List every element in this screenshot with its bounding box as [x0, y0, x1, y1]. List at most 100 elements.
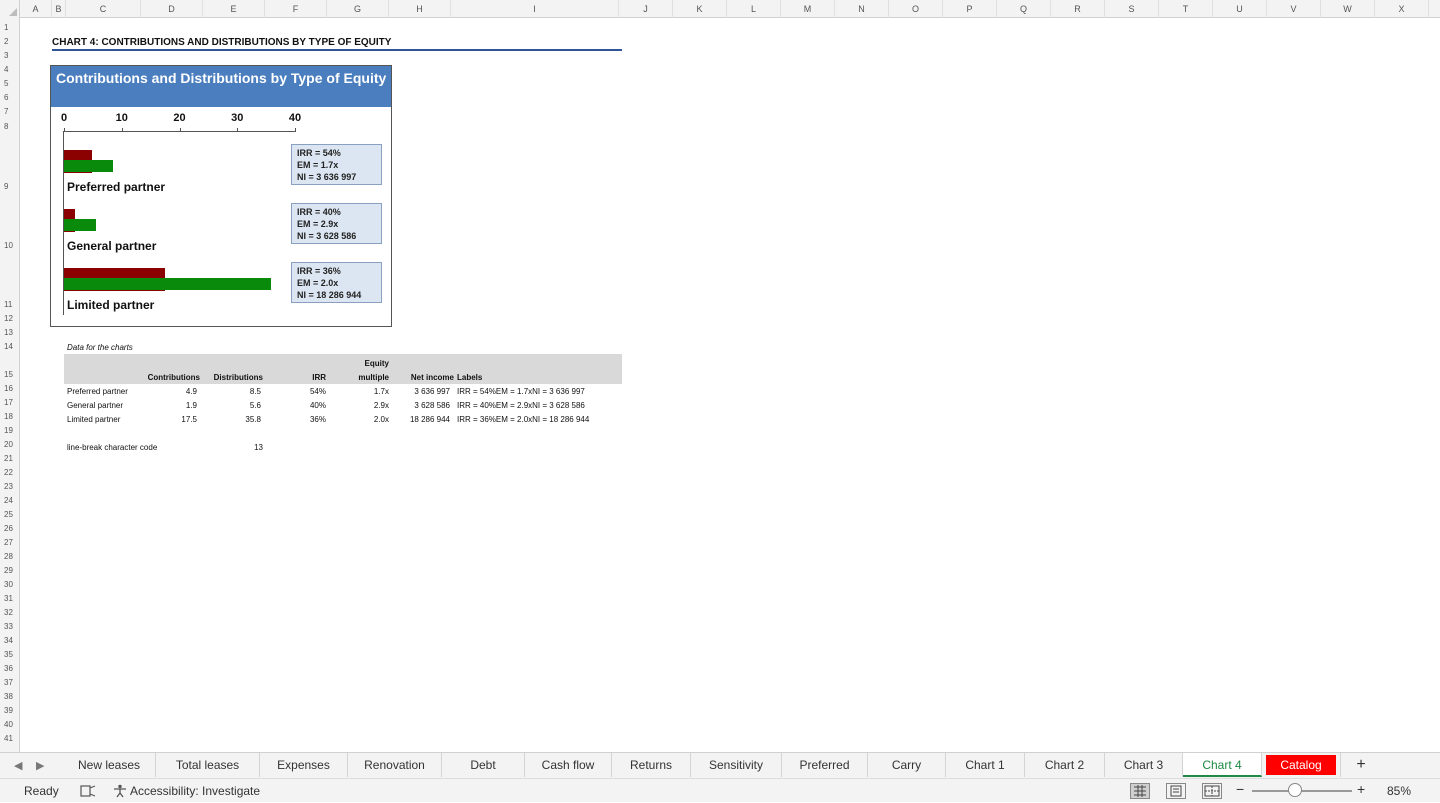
chevron-left-icon[interactable]: ◀: [14, 759, 22, 772]
row-header-14[interactable]: 14: [0, 342, 20, 351]
row-header-15[interactable]: 15: [0, 370, 20, 379]
sheet-tab-renovation[interactable]: Renovation: [348, 753, 442, 777]
table-cell-em[interactable]: 1.7x: [355, 387, 389, 396]
row-header-29[interactable]: 29: [0, 566, 20, 575]
row-header-12[interactable]: 12: [0, 314, 20, 323]
row-header-11[interactable]: 11: [0, 300, 20, 309]
row-header-28[interactable]: 28: [0, 552, 20, 561]
select-all-corner[interactable]: [0, 0, 20, 18]
table-cell-distributions[interactable]: 8.5: [225, 387, 261, 396]
table-cell-name[interactable]: General partner: [67, 401, 123, 410]
table-cell-contributions[interactable]: 4.9: [160, 387, 197, 396]
sheet-tab-debt[interactable]: Debt: [442, 753, 525, 777]
sheet-tab-sensitivity[interactable]: Sensitivity: [691, 753, 782, 777]
row-header-35[interactable]: 35: [0, 650, 20, 659]
column-header-p[interactable]: P: [943, 0, 997, 18]
normal-view-button[interactable]: [1130, 783, 1150, 799]
sheet-tab-cash-flow[interactable]: Cash flow: [525, 753, 612, 777]
table-cell-ni[interactable]: 18 286 944: [395, 415, 450, 424]
table-cell-label[interactable]: IRR = 36%EM = 2.0xNI = 18 286 944: [457, 415, 589, 424]
zoom-slider-thumb[interactable]: [1287, 783, 1302, 797]
row-header-22[interactable]: 22: [0, 468, 20, 477]
page-break-view-button[interactable]: [1202, 783, 1222, 799]
accessibility-status[interactable]: Accessibility: Investigate: [130, 784, 260, 798]
table-cell-label[interactable]: IRR = 54%EM = 1.7xNI = 3 636 997: [457, 387, 585, 396]
distribution-bar[interactable]: [64, 219, 97, 231]
row-header-34[interactable]: 34: [0, 636, 20, 645]
column-header-b[interactable]: B: [52, 0, 66, 18]
column-header-v[interactable]: V: [1267, 0, 1321, 18]
sheet-tab-carry[interactable]: Carry: [868, 753, 946, 777]
row-header-31[interactable]: 31: [0, 594, 20, 603]
accessibility-icon[interactable]: [112, 784, 128, 801]
column-header-m[interactable]: M: [781, 0, 835, 18]
row-header-25[interactable]: 25: [0, 510, 20, 519]
column-header-t[interactable]: T: [1159, 0, 1213, 18]
table-cell-name[interactable]: Preferred partner: [67, 387, 128, 396]
distribution-bar[interactable]: [64, 278, 271, 290]
column-header-s[interactable]: S: [1105, 0, 1159, 18]
row-header-17[interactable]: 17: [0, 398, 20, 407]
row-header-36[interactable]: 36: [0, 664, 20, 673]
table-cell-irr[interactable]: 54%: [295, 387, 326, 396]
sheet-tab-new-leases[interactable]: New leases: [63, 753, 156, 777]
column-header-f[interactable]: F: [265, 0, 327, 18]
chart-object[interactable]: Contributions and Distributions by Type …: [50, 65, 392, 327]
column-header-q[interactable]: Q: [997, 0, 1051, 18]
sheet-tab-chart-1[interactable]: Chart 1: [946, 753, 1025, 777]
row-header-2[interactable]: 2: [0, 37, 20, 46]
column-header-o[interactable]: O: [889, 0, 943, 18]
row-header-39[interactable]: 39: [0, 706, 20, 715]
row-header-24[interactable]: 24: [0, 496, 20, 505]
table-cell-distributions[interactable]: 35.8: [225, 415, 261, 424]
column-header-n[interactable]: N: [835, 0, 889, 18]
row-header-18[interactable]: 18: [0, 412, 20, 421]
column-header-i[interactable]: I: [451, 0, 619, 18]
table-cell-distributions[interactable]: 5.6: [225, 401, 261, 410]
row-header-9[interactable]: 9: [0, 182, 20, 191]
row-header-27[interactable]: 27: [0, 538, 20, 547]
row-header-13[interactable]: 13: [0, 328, 20, 337]
row-header-7[interactable]: 7: [0, 107, 20, 116]
table-cell-irr[interactable]: 36%: [295, 415, 326, 424]
row-header-21[interactable]: 21: [0, 454, 20, 463]
column-header-w[interactable]: W: [1321, 0, 1375, 18]
column-header-u[interactable]: U: [1213, 0, 1267, 18]
column-header-e[interactable]: E: [203, 0, 265, 18]
column-header-k[interactable]: K: [673, 0, 727, 18]
row-header-6[interactable]: 6: [0, 93, 20, 102]
table-cell-contributions[interactable]: 17.5: [160, 415, 197, 424]
row-header-16[interactable]: 16: [0, 384, 20, 393]
row-header-23[interactable]: 23: [0, 482, 20, 491]
row-header-32[interactable]: 32: [0, 608, 20, 617]
sheet-tab-chart-3[interactable]: Chart 3: [1105, 753, 1183, 777]
column-header-l[interactable]: L: [727, 0, 781, 18]
table-cell-label[interactable]: IRR = 40%EM = 2.9xNI = 3 628 586: [457, 401, 585, 410]
zoom-out-button[interactable]: −: [1236, 781, 1244, 797]
row-header-38[interactable]: 38: [0, 692, 20, 701]
table-cell-ni[interactable]: 3 628 586: [395, 401, 450, 410]
macro-record-icon[interactable]: [80, 784, 96, 801]
row-header-26[interactable]: 26: [0, 524, 20, 533]
row-header-20[interactable]: 20: [0, 440, 20, 449]
row-header-1[interactable]: 1: [0, 23, 20, 32]
table-cell-irr[interactable]: 40%: [295, 401, 326, 410]
table-cell-ni[interactable]: 3 636 997: [395, 387, 450, 396]
sheet-tab-catalog[interactable]: Catalog: [1262, 753, 1341, 777]
sheet-tab-total-leases[interactable]: Total leases: [156, 753, 260, 777]
column-header-a[interactable]: A: [20, 0, 52, 18]
column-header-h[interactable]: H: [389, 0, 451, 18]
add-sheet-button[interactable]: +: [1352, 753, 1370, 777]
sheet-tab-chart-2[interactable]: Chart 2: [1025, 753, 1105, 777]
row-header-19[interactable]: 19: [0, 426, 20, 435]
column-header-x[interactable]: X: [1375, 0, 1429, 18]
table-cell-em[interactable]: 2.0x: [355, 415, 389, 424]
page-layout-view-button[interactable]: [1166, 783, 1186, 799]
row-header-3[interactable]: 3: [0, 51, 20, 60]
column-header-c[interactable]: C: [66, 0, 141, 18]
column-header-j[interactable]: J: [619, 0, 673, 18]
row-header-8[interactable]: 8: [0, 122, 20, 131]
table-cell-name[interactable]: Limited partner: [67, 415, 120, 424]
zoom-in-button[interactable]: +: [1357, 781, 1365, 797]
row-header-33[interactable]: 33: [0, 622, 20, 631]
